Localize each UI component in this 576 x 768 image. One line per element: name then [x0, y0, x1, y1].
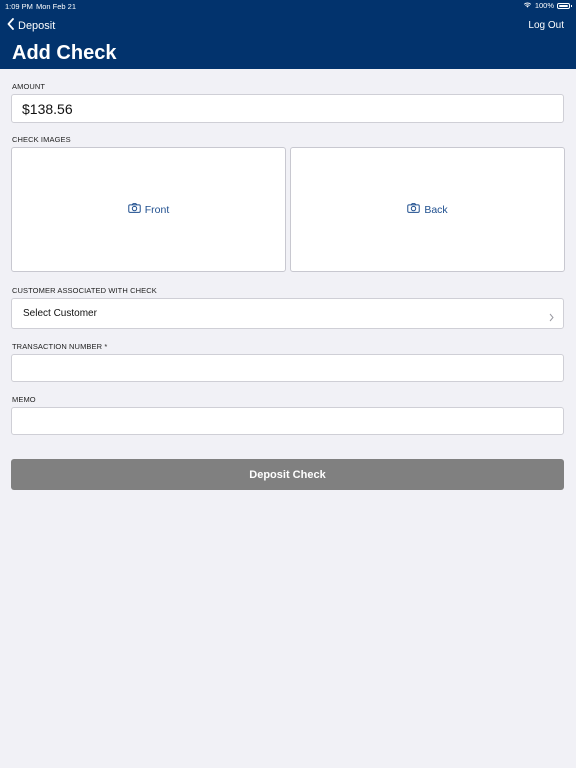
- chevron-left-icon: [7, 18, 14, 33]
- chevron-right-icon: [549, 309, 554, 327]
- back-label: Deposit: [18, 19, 56, 32]
- memo-field[interactable]: [11, 407, 564, 435]
- amount-label: AMOUNT: [12, 82, 46, 91]
- front-label: Front: [144, 203, 170, 216]
- customer-select-value: Select Customer: [23, 308, 97, 319]
- camera-icon: [407, 203, 421, 216]
- status-date: Mon Feb 21: [36, 2, 77, 11]
- deposit-check-button[interactable]: Deposit Check: [11, 459, 564, 490]
- transaction-number-field[interactable]: [11, 354, 564, 382]
- camera-icon: [128, 203, 141, 216]
- amount-value: $138.56: [22, 101, 73, 117]
- memo-label: MEMO: [12, 395, 36, 404]
- back-image-button[interactable]: Back: [290, 147, 565, 272]
- status-bar: 1:09 PM Mon Feb 21 100%: [0, 0, 576, 12]
- battery-percent: 100%: [534, 1, 554, 10]
- page-title: Add Check: [12, 42, 117, 64]
- status-indicators: 100%: [523, 1, 572, 10]
- amount-field[interactable]: $138.56: [11, 94, 564, 123]
- check-images-label: CHECK IMAGES: [12, 135, 71, 144]
- logout-button[interactable]: Log Out: [528, 20, 564, 31]
- customer-label: CUSTOMER ASSOCIATED WITH CHECK: [12, 286, 157, 295]
- battery-icon: [557, 2, 572, 9]
- back-image-label: Back: [424, 203, 448, 216]
- customer-select[interactable]: Select Customer: [11, 298, 564, 329]
- front-image-button[interactable]: Front: [11, 147, 286, 272]
- wifi-icon: [523, 1, 532, 10]
- back-button[interactable]: Deposit: [7, 18, 55, 33]
- status-time: 1:09 PM: [5, 2, 33, 11]
- transaction-number-label: TRANSACTION NUMBER *: [12, 342, 108, 351]
- nav-header: 1:09 PM Mon Feb 21 100% Deposit Log Out …: [0, 0, 576, 69]
